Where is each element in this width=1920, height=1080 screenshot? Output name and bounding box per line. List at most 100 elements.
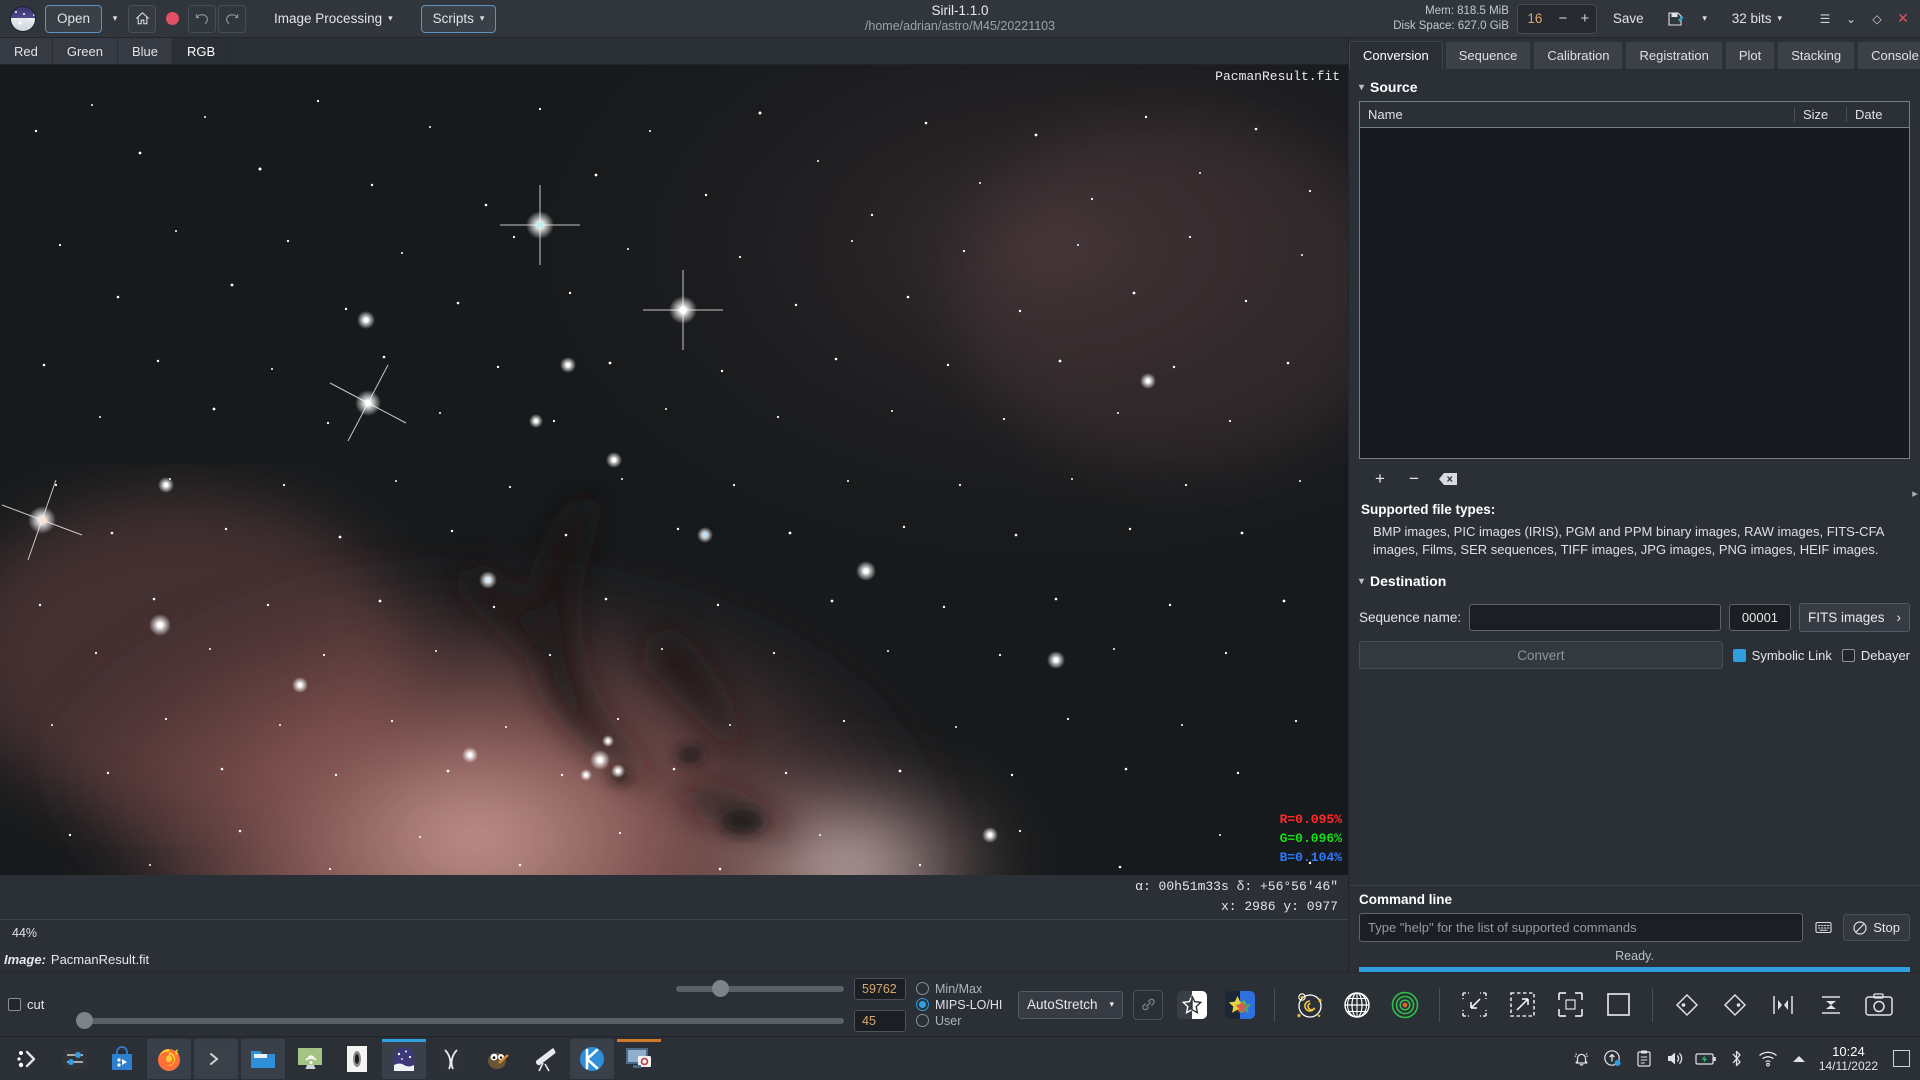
taskbar-pixinsight-button[interactable] (429, 1039, 473, 1079)
open-recent-dropdown-icon[interactable]: ▾ (104, 5, 126, 33)
battery-button[interactable] (1695, 1048, 1717, 1070)
remove-files-button[interactable]: − (1403, 468, 1425, 490)
taskbar-menu-button[interactable] (6, 1039, 50, 1079)
zoom-out-button[interactable] (1455, 986, 1493, 1024)
symbolic-link-checkbox[interactable]: Symbolic Link (1732, 648, 1832, 663)
wifi-button[interactable] (1757, 1048, 1779, 1070)
notifications-button[interactable] (1571, 1048, 1593, 1070)
mirror-vertical-button[interactable] (1812, 986, 1850, 1024)
tab-plot[interactable]: Plot (1724, 41, 1776, 69)
taskbar-software-store-button[interactable] (100, 1039, 144, 1079)
lo-slider-knob[interactable] (76, 1011, 93, 1029)
save-options-dropdown-icon[interactable]: ▾ (1694, 5, 1716, 33)
home-button[interactable] (128, 4, 157, 33)
stretch-mode-select[interactable]: AutoStretch ▾ (1018, 990, 1124, 1019)
radio-min-max[interactable]: Min/Max (916, 982, 1008, 996)
redo-button[interactable] (218, 4, 247, 33)
crop-button[interactable] (1668, 986, 1706, 1024)
channel-tab-green[interactable]: Green (52, 38, 118, 64)
taskbar-screenshot-button[interactable] (617, 1038, 661, 1079)
minimize-window-icon[interactable]: ⌄ (1840, 8, 1862, 30)
bluetooth-button[interactable] (1726, 1048, 1748, 1070)
show-desktop-button[interactable] (1893, 1050, 1910, 1067)
source-list-rows[interactable] (1360, 128, 1909, 458)
fit-to-window-button[interactable] (1551, 986, 1589, 1024)
zoom-increase-button[interactable]: + (1574, 10, 1596, 27)
sequence-name-input[interactable] (1469, 604, 1721, 631)
open-button[interactable]: Open (45, 4, 103, 33)
astronomy-image[interactable] (0, 65, 1348, 895)
hi-value-box[interactable]: 59762 (854, 977, 906, 1000)
mirror-horizontal-button[interactable] (1764, 986, 1802, 1024)
stop-button[interactable]: Stop (1843, 914, 1910, 941)
save-button[interactable]: Save (1601, 5, 1656, 33)
taskbar-siril-button[interactable] (382, 1038, 426, 1079)
source-file-list[interactable]: Name Size Date (1359, 101, 1910, 459)
zoom-value-input[interactable] (1517, 11, 1552, 26)
lo-value-box[interactable]: 45 (854, 1009, 906, 1032)
column-header-date[interactable]: Date (1847, 107, 1909, 122)
maximize-window-icon[interactable]: ◇ (1866, 8, 1888, 30)
debayer-checkbox[interactable]: Debayer (1841, 648, 1910, 663)
source-section-header[interactable]: ▾ Source (1359, 75, 1910, 101)
astrometry-button[interactable] (1338, 986, 1376, 1024)
snapshot-button[interactable] (1860, 986, 1898, 1024)
tab-sequence[interactable]: Sequence (1444, 41, 1532, 69)
hi-slider-knob[interactable] (712, 979, 729, 997)
scripts-menu[interactable]: Scripts ▾ (420, 4, 497, 33)
radio-mips-lo-hi[interactable]: MIPS-LO/HI (916, 998, 1008, 1012)
undo-button[interactable] (188, 4, 217, 33)
tab-console[interactable]: Console (1857, 41, 1920, 69)
star-bw-button[interactable] (1173, 986, 1211, 1024)
cut-checkbox[interactable]: cut (8, 997, 66, 1012)
taskbar-galaxy-app-button[interactable] (335, 1039, 379, 1079)
taskbar-network-share-button[interactable] (288, 1039, 332, 1079)
channel-tab-red[interactable]: Red (0, 38, 53, 64)
taskbar-firefox-button[interactable] (147, 1038, 191, 1079)
photometry-button[interactable] (1290, 986, 1328, 1024)
destination-section-header[interactable]: ▾ Destination (1359, 569, 1910, 595)
add-files-button[interactable]: + (1369, 468, 1391, 490)
clipboard-button[interactable] (1633, 1048, 1655, 1070)
output-format-select[interactable]: FITS images › (1798, 603, 1910, 632)
taskbar-gimp-button[interactable] (476, 1039, 520, 1079)
start-index-input[interactable] (1728, 604, 1791, 631)
zoom-in-button[interactable] (1503, 986, 1541, 1024)
close-window-icon[interactable]: ✕ (1892, 8, 1914, 30)
taskbar-files-button[interactable] (241, 1038, 285, 1079)
clear-list-button[interactable] (1437, 468, 1459, 490)
clock[interactable]: 10:24 14/11/2022 (1819, 1044, 1878, 1074)
zoom-one-to-one-button[interactable] (1599, 986, 1637, 1024)
rotate-button[interactable] (1716, 986, 1754, 1024)
save-as-button[interactable] (1660, 5, 1690, 33)
column-header-name[interactable]: Name (1360, 107, 1795, 122)
chain-link-button[interactable] (1133, 989, 1164, 1020)
tab-calibration[interactable]: Calibration (1533, 41, 1624, 69)
panel-collapse-handle[interactable]: ▸ (1910, 480, 1920, 506)
taskbar-settings-button[interactable] (53, 1039, 97, 1079)
image-viewport[interactable]: PacmanResult.fit R=0.095% G=0.096% B=0.1… (0, 65, 1348, 919)
bit-depth-selector[interactable]: 32 bits ▾ (1720, 5, 1794, 33)
channel-tab-rgb[interactable]: RGB (173, 38, 231, 64)
zoom-spinner[interactable]: − + (1516, 3, 1597, 34)
hi-slider-track[interactable] (676, 979, 844, 997)
channel-tab-blue[interactable]: Blue (118, 38, 174, 64)
convert-button[interactable]: Convert (1359, 641, 1723, 669)
tab-registration[interactable]: Registration (1625, 41, 1723, 69)
hamburger-menu-icon[interactable]: ☰ (1814, 8, 1836, 30)
column-header-size[interactable]: Size (1795, 107, 1847, 122)
tab-conversion[interactable]: Conversion (1349, 41, 1443, 69)
command-history-button[interactable] (1810, 915, 1836, 941)
radio-user[interactable]: User (916, 1014, 1008, 1028)
command-input[interactable] (1359, 913, 1804, 942)
tab-stacking[interactable]: Stacking (1777, 41, 1856, 69)
taskbar-kstars-button[interactable] (570, 1038, 614, 1079)
record-button[interactable] (158, 5, 186, 33)
zoom-decrease-button[interactable]: − (1552, 10, 1574, 27)
target-rings-button[interactable] (1386, 986, 1424, 1024)
volume-button[interactable] (1664, 1048, 1686, 1070)
expand-tray-button[interactable] (1788, 1048, 1810, 1070)
lo-slider-track[interactable] (76, 1011, 844, 1029)
star-color-button[interactable] (1221, 986, 1259, 1024)
image-processing-menu[interactable]: Image Processing ▾ (262, 5, 405, 33)
